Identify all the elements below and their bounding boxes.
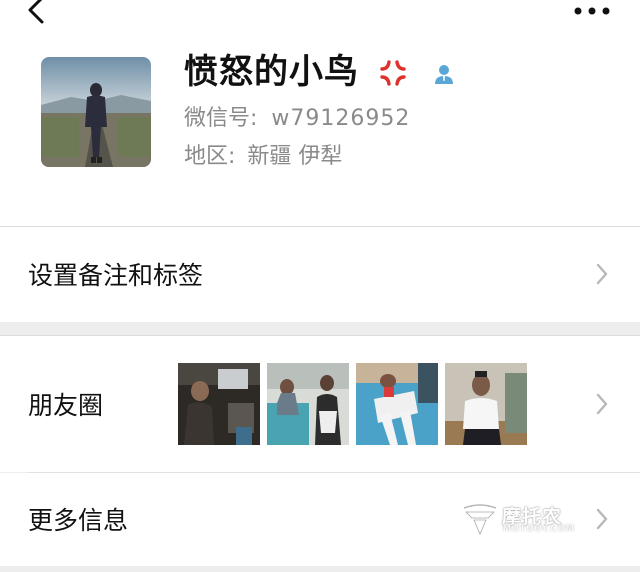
moments-thumbnail-3[interactable] (356, 363, 438, 445)
region-value: 新疆 伊犁 (247, 144, 343, 169)
avatar[interactable] (41, 57, 151, 167)
anger-symbol-icon (380, 60, 406, 86)
photo-thumbnail-icon (178, 363, 260, 445)
moments-label: 朋友圈 (28, 391, 104, 420)
chevron-right-icon (596, 263, 608, 285)
photo-thumbnail-icon (445, 363, 527, 445)
chevron-right-icon (596, 508, 608, 530)
region-row: 地区: 新疆 伊犁 (184, 142, 342, 172)
moments-thumbnail-2[interactable] (267, 363, 349, 445)
watermark-logo-icon (463, 504, 497, 536)
remark-tags-cell[interactable]: 设置备注和标签 (0, 227, 640, 322)
profile-name: 愤怒的小鸟 (184, 52, 359, 92)
profile-card: 愤怒的小鸟 微信号: w79126952 地区: 新疆 伊犁 (0, 40, 640, 226)
more-dots-icon[interactable] (570, 4, 614, 18)
moments-thumbnail-4[interactable] (445, 363, 527, 445)
chevron-right-icon (596, 393, 608, 415)
watermark: 摩托农 MOTOOY.COM (462, 500, 592, 542)
back-chevron-icon[interactable] (22, 0, 52, 30)
remark-tags-label: 设置备注和标签 (28, 261, 204, 290)
photo-thumbnail-icon (356, 363, 438, 445)
wechat-id-row: 微信号: w79126952 (184, 104, 410, 134)
wechat-id-value: w79126952 (271, 106, 411, 131)
wechat-id-label: 微信号: (184, 106, 258, 131)
top-bar (0, 0, 640, 40)
moments-thumbnail-1[interactable] (178, 363, 260, 445)
watermark-subtext: MOTOOY.COM (503, 524, 575, 534)
more-info-label: 更多信息 (28, 506, 129, 535)
region-label: 地区: (184, 144, 236, 169)
moments-cell[interactable]: 朋友圈 (0, 336, 640, 472)
avatar-photo-icon (41, 57, 151, 167)
contact-person-icon[interactable] (432, 62, 456, 86)
photo-thumbnail-icon (267, 363, 349, 445)
